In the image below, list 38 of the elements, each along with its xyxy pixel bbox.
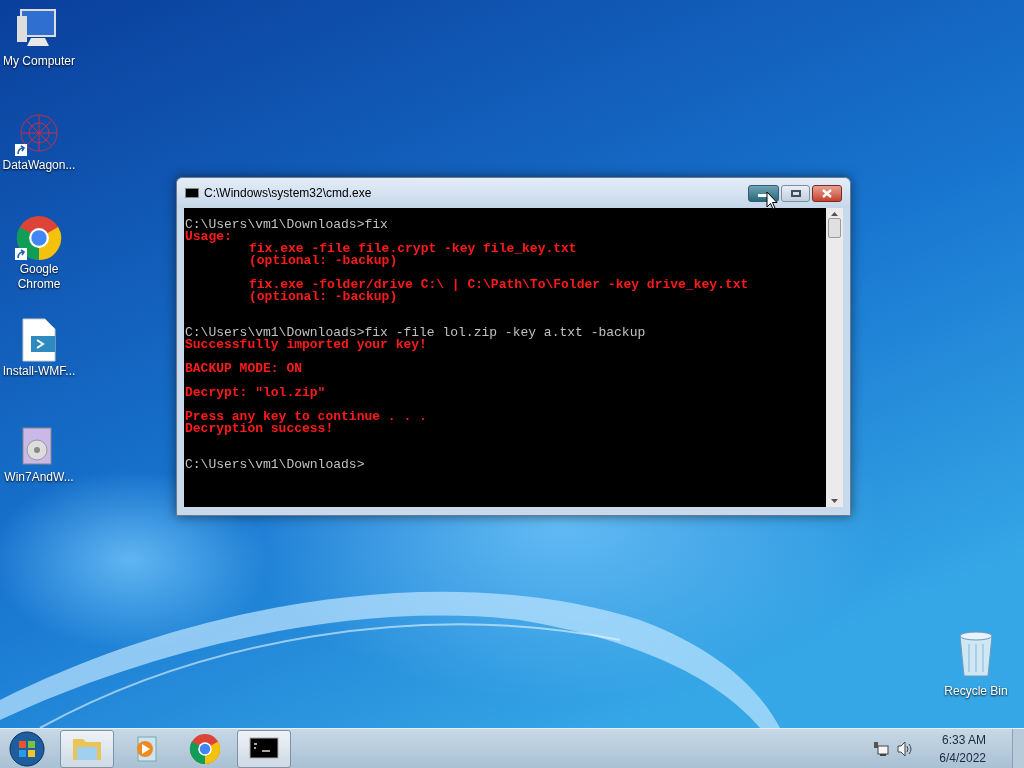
start-button[interactable] [9,730,45,767]
network-icon[interactable] [873,740,890,757]
output-line: (optional: -backup) [249,289,398,304]
output-line: fix.exe -folder/drive C:\ | C:\Path\To\Folder -key drive_key.txt [249,277,749,292]
output-line: Successfully imported your key! [185,337,427,352]
shortcut-arrow-icon [15,144,27,156]
scrollbar[interactable] [826,208,843,507]
prompt-line: C:\Users\vm1\Downloads>fix -file lol.zip -key a.txt -backup [185,325,646,340]
scroll-down-icon[interactable] [831,499,838,503]
output-line: fix.exe -file file.crypt -key file_key.txt [249,241,577,256]
maximize-button[interactable] [781,184,810,202]
prompt-line: C:\Users\vm1\Downloads> [185,457,365,472]
window-title: C:\Windows\system32\cmd.exe [204,185,373,202]
output-line: Decrypt: "lol.zip" [185,385,326,400]
recycle-bin-icon[interactable] [957,630,995,678]
clock-date[interactable]: 6/4/2022 [939,748,986,767]
desktop-icon-label[interactable]: Install-WMF... [2,364,76,379]
volume-icon[interactable] [897,740,914,757]
close-button[interactable] [812,184,842,202]
desktop-icon-label[interactable]: My Computer [3,54,75,69]
scroll-up-icon[interactable] [831,212,838,216]
chrome-icon [189,732,221,765]
clock-time[interactable]: 6:33 AM [941,730,986,749]
desktop-icon-label[interactable]: DataWagon... [2,158,76,173]
chrome-icon[interactable] [15,216,63,260]
output-line: BACKUP MODE: ON [185,361,303,376]
output-line: Usage: [185,229,232,244]
console-icon [185,188,199,198]
cmd-taskbar-button[interactable] [237,729,291,768]
explorer-taskbar-button[interactable] [60,729,114,768]
desktop-icon-label[interactable]: Win7AndW... [4,470,74,485]
output-line: Press any key to continue . . . [185,409,427,424]
output-line: (optional: -backup) [249,253,398,268]
shortcut-arrow-icon [15,248,27,260]
close-icon [822,188,832,198]
scrollbar-thumb[interactable] [828,218,841,238]
desktop-icon-label[interactable]: Google Chrome [0,262,78,292]
prompt-line: C:\Users\vm1\Downloads>fix [185,217,388,232]
